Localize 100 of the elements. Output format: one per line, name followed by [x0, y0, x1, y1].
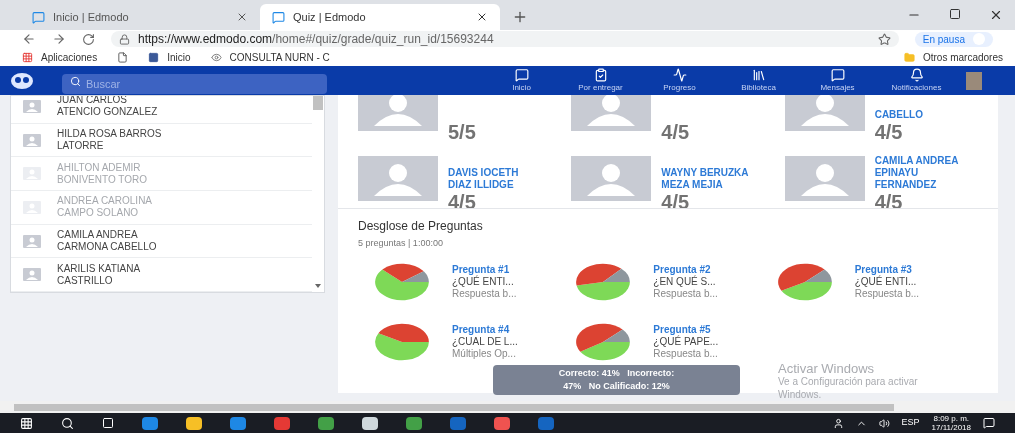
nav-item[interactable]: Notificaciones — [877, 67, 956, 94]
user-avatar[interactable] — [966, 71, 982, 90]
reload-icon[interactable] — [82, 32, 95, 46]
score-text: 5/5 — [448, 121, 476, 143]
task-view-icon[interactable] — [102, 417, 114, 429]
close-icon[interactable] — [989, 8, 1003, 22]
bookmark[interactable] — [117, 51, 129, 63]
taskbar-app-icon[interactable] — [318, 416, 334, 430]
horizontal-scrollbar[interactable] — [0, 401, 1015, 413]
scrollbar-thumb[interactable] — [313, 96, 323, 110]
question-text: ¿QUÉ ENTI... — [452, 275, 515, 288]
pie-chart-icon — [575, 262, 632, 301]
pie-chart-icon — [374, 262, 430, 301]
bookmark[interactable]: Aplicaciones — [22, 49, 98, 65]
student-name: JUAN CARLOS ATENCIO GONZALEZ — [57, 96, 159, 119]
bookmark-star-icon[interactable] — [877, 32, 891, 46]
close-icon[interactable] — [476, 11, 488, 23]
people-icon[interactable] — [832, 417, 844, 429]
student-name: KARILIS KATIANA CASTRILLO — [57, 262, 141, 287]
student-list-item[interactable]: HILDA ROSA BARROS LATORRE — [11, 123, 312, 158]
section-title: Desglose de Preguntas — [358, 218, 484, 235]
eye-icon — [210, 51, 222, 63]
user-avatar-icon — [571, 156, 652, 201]
user-avatar-icon — [358, 156, 438, 201]
question-link[interactable]: Pregunta #3 — [854, 263, 920, 276]
tab-title: Inicio | Edmodo — [53, 9, 130, 25]
student-name-link[interactable]: CAMILA ANDREA EPINAYU FERNANDEZ — [874, 155, 971, 191]
watermark-text: Windows. — [778, 388, 823, 401]
tab-favicon-icon — [272, 10, 285, 24]
question-text: ¿QUÉ PAPE... — [653, 335, 719, 348]
question-type: Respuesta b... — [854, 287, 920, 300]
clock-time[interactable]: 8:09 p. m. — [933, 414, 970, 423]
question-type: Respuesta b... — [653, 287, 718, 300]
question-type: Respuesta b... — [653, 347, 719, 360]
pie-chart-icon — [575, 322, 632, 361]
nav-item[interactable]: Inicio — [482, 67, 561, 94]
nav-item[interactable]: Biblioteca — [719, 67, 798, 94]
language-indicator[interactable]: ESP — [901, 416, 920, 430]
taskbar-app-icon[interactable] — [362, 416, 378, 430]
question-link[interactable]: Pregunta #5 — [653, 323, 719, 336]
student-list-item[interactable]: JUAN CARLOS ATENCIO GONZALEZ — [11, 96, 312, 124]
bookmark[interactable]: Otros marcadores — [903, 49, 1003, 65]
profile-button[interactable]: En pausa — [914, 31, 993, 47]
bookmark[interactable]: Inicio — [148, 49, 191, 65]
student-list-item[interactable]: KARILIS KATIANA CASTRILLO — [11, 258, 312, 292]
student-name: AHILTON ADEMIR BONIVENTO TORO — [57, 161, 149, 186]
tab-title: Quiz | Edmodo — [293, 9, 367, 25]
user-avatar-icon — [23, 234, 41, 248]
search-field[interactable]: Buscar — [62, 73, 327, 94]
folder-icon — [903, 51, 915, 63]
section-subtitle: 5 preguntas | 1:00:00 — [358, 237, 444, 250]
student-name-link[interactable]: DAVIS IOCETH DIAZ ILLIDGE — [448, 167, 544, 191]
student-name-link[interactable]: WAYNY BERUZKA MEZA MEJIA — [661, 167, 758, 191]
question-type: Respuesta b... — [452, 287, 517, 300]
student-list-item[interactable]: CAMILA ANDREA CARMONA CABELLO — [11, 224, 312, 259]
student-name-link[interactable]: CABELLO — [874, 109, 971, 121]
pie-chart-icon — [374, 322, 430, 361]
question-text: ¿CUAL DE L... — [452, 335, 518, 348]
maximize-icon[interactable] — [949, 8, 961, 20]
page-icon — [117, 51, 129, 63]
scroll-down-arrow-icon[interactable] — [315, 284, 321, 288]
bell-icon — [909, 67, 924, 82]
close-icon[interactable] — [236, 11, 248, 23]
watermark-title: Activar Windows — [778, 362, 876, 375]
nav-item[interactable]: Mensajes — [798, 67, 877, 94]
browser-tab[interactable]: Inicio | Edmodo — [20, 4, 260, 30]
square-icon — [148, 51, 160, 63]
new-tab-icon[interactable] — [512, 9, 528, 25]
notifications-icon[interactable] — [983, 417, 995, 429]
nav-item[interactable]: Progreso — [640, 67, 719, 94]
url-text: https://www.edmodo.com/home#/quiz/grade/quiz_run_id/15693244 — [138, 31, 495, 48]
user-avatar-icon — [784, 156, 865, 201]
forward-icon[interactable] — [52, 32, 66, 46]
question-link[interactable]: Pregunta #2 — [653, 263, 718, 276]
user-avatar-icon — [23, 99, 41, 113]
student-name: HILDA ROSA BARROS LATORRE — [57, 128, 163, 152]
taskbar-app-icon[interactable] — [186, 416, 202, 430]
grid-icon — [22, 51, 33, 63]
browser-tab[interactable]: Quiz | Edmodo — [260, 4, 500, 30]
windows-start-icon[interactable] — [20, 416, 33, 430]
taskbar-app-icon[interactable] — [494, 416, 510, 430]
search-icon[interactable] — [61, 416, 74, 430]
question-type: Múltiples Op... — [452, 347, 517, 360]
question-link[interactable]: Pregunta #1 — [452, 263, 517, 276]
nav-item[interactable]: Por entregar — [561, 67, 640, 94]
bookmark[interactable]: CONSULTA NURN - C — [210, 49, 330, 65]
volume-icon[interactable] — [878, 417, 890, 429]
watermark-text: Ve a Configuración para activar — [778, 375, 918, 388]
taskbar-app-icon[interactable] — [406, 416, 422, 430]
clock-date[interactable]: 17/11/2018 — [931, 423, 971, 432]
score-text: 4/5 — [661, 121, 690, 143]
back-icon[interactable] — [22, 32, 36, 46]
address-bar[interactable]: https://www.edmodo.com/home#/quiz/grade/quiz_run_id/15693244 — [111, 31, 899, 47]
lock-icon — [119, 33, 130, 45]
chat-icon — [830, 67, 845, 82]
question-link[interactable]: Pregunta #4 — [452, 323, 518, 336]
student-name: ANDREA CAROLINA CAMPO SOLANO — [57, 195, 153, 220]
user-avatar-icon — [23, 268, 41, 282]
library-icon — [751, 67, 766, 82]
student-name: CAMILA ANDREA CARMONA CABELLO — [57, 229, 158, 253]
